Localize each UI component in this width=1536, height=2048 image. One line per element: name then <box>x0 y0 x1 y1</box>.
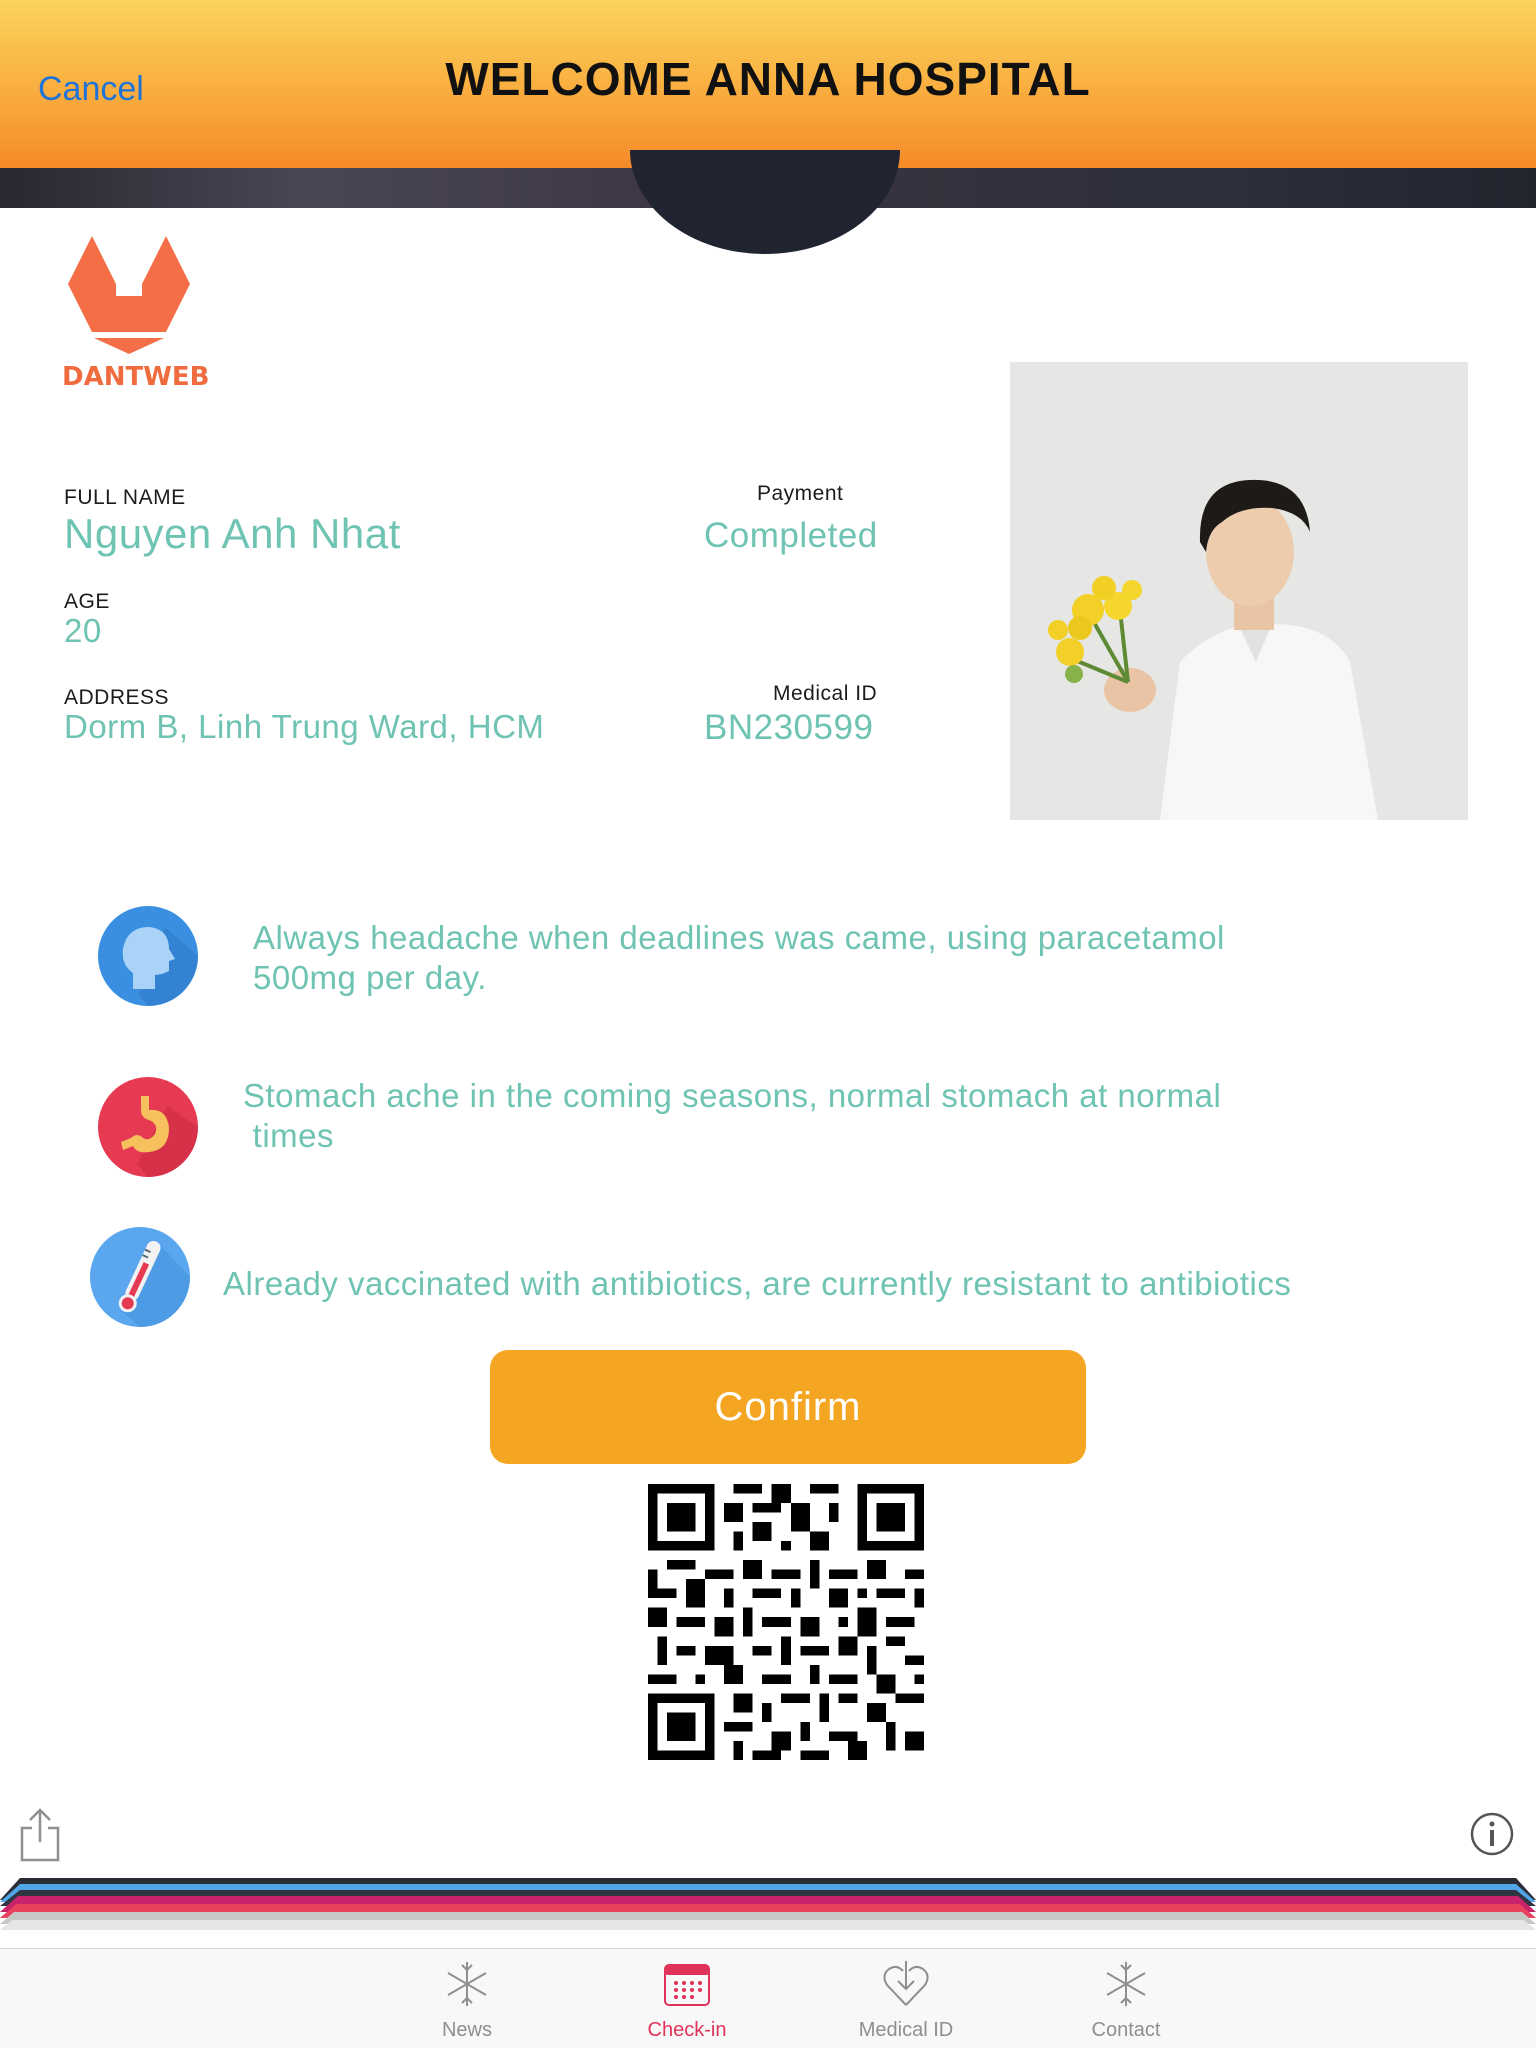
condition-1-line-1: Always headache when deadlines was came,… <box>253 919 1225 956</box>
heart-download-icon <box>883 1961 929 2006</box>
patient-photo <box>1010 362 1468 820</box>
info-icon[interactable] <box>1470 1812 1514 1856</box>
medical-id-value: BN230599 <box>704 708 874 747</box>
tab-contact-label: Contact <box>1091 2019 1161 2041</box>
share-icon[interactable] <box>18 1808 62 1862</box>
full-name-value: Nguyen Anh Nhat <box>64 510 401 557</box>
tab-check-in[interactable]: Check-in <box>612 1949 762 2048</box>
tab-news[interactable]: News <box>392 1949 542 2048</box>
tab-contact[interactable]: Contact <box>1051 1949 1201 2048</box>
tab-news-label: News <box>441 2019 492 2041</box>
page-title: WELCOME ANNA HOSPITAL <box>445 53 1091 105</box>
age-label: AGE <box>64 590 110 613</box>
condition-1-line-2: 500mg per day. <box>253 959 487 996</box>
age-value: 20 <box>64 612 102 649</box>
qr-code <box>648 1484 924 1760</box>
tab-medical-id[interactable]: Medical ID <box>831 1949 981 2048</box>
condition-3-line-1: Already vaccinated with antibiotics, are… <box>223 1265 1292 1302</box>
full-name-label: FULL NAME <box>64 486 186 509</box>
medical-id-label: Medical ID <box>773 682 878 705</box>
calendar-icon <box>664 1964 710 2006</box>
snowflake-icon <box>1106 1962 1146 2006</box>
head-icon <box>98 906 198 1006</box>
address-value: Dorm B, Linh Trung Ward, HCM <box>64 708 545 745</box>
tab-medical-id-label: Medical ID <box>858 2019 954 2041</box>
thermometer-icon <box>90 1227 190 1327</box>
logo-text: DANTWEB <box>62 362 210 392</box>
card-stack <box>0 1872 1536 1948</box>
stomach-icon <box>98 1077 198 1177</box>
address-label: ADDRESS <box>64 686 170 709</box>
tab-check-in-label: Check-in <box>647 2019 727 2041</box>
header-notch <box>630 150 900 254</box>
condition-2-line-2: times <box>243 1117 335 1154</box>
payment-label: Payment <box>757 482 844 505</box>
confirm-button[interactable]: Confirm <box>490 1350 1086 1464</box>
tab-bar: News Check-in Medical ID Contact <box>0 1948 1536 2048</box>
snowflake-icon <box>447 1962 487 2006</box>
payment-value: Completed <box>704 516 878 555</box>
navigation-bar: Cancel WELCOME ANNA HOSPITAL <box>0 0 1536 168</box>
condition-2-line-1: Stomach ache in the coming seasons, norm… <box>243 1077 1222 1114</box>
